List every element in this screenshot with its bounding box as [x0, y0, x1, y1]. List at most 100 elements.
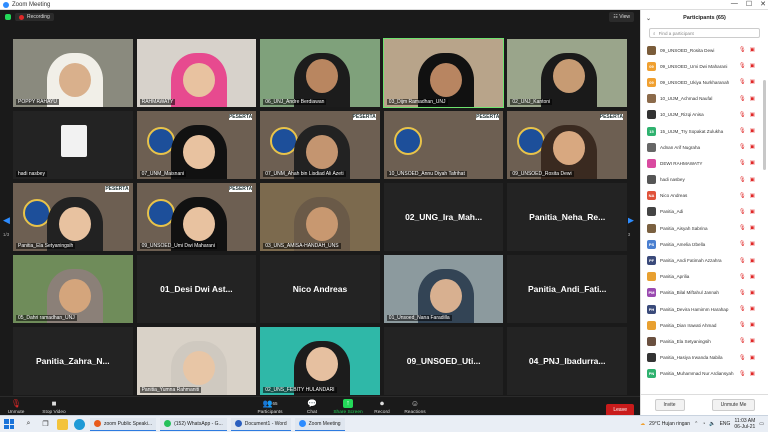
video-tile[interactable]: 02_UNS_FEBITY HULANDARI	[259, 326, 381, 396]
volume-icon[interactable]: 🔈	[709, 421, 715, 427]
participant-row[interactable]: Panitia_Ela Setyaningsih 🎙 ▣	[641, 333, 768, 349]
video-tile[interactable]: 05_Dahri ramadhan_UNJ	[12, 254, 134, 324]
participant-row[interactable]: Panitia_Hasiya Irwanda Nabila 🎙 ▣	[641, 350, 768, 366]
name-only-tile[interactable]: 01_Desi Dwi Ast...	[135, 254, 258, 324]
video-tile[interactable]: PESERTA 07_UNM_Maisnani	[135, 110, 258, 180]
participant-list-scrollbar[interactable]	[763, 80, 766, 170]
video-tile[interactable]: 03_Dijm Ramadhan_UNJ	[382, 38, 505, 108]
participant-row[interactable]: 09 09_UNSOED_Ukiya Nurkharanah 🎙 ▣	[641, 74, 768, 90]
windows-start-icon[interactable]	[4, 419, 14, 429]
video-tile[interactable]: 02_UNJ_Kantoni	[506, 38, 628, 108]
search-placeholder: Find a participant	[658, 30, 694, 36]
avatar	[647, 45, 656, 55]
participant-row[interactable]: 10_UIJM_Achmad Naufal 🎙 ▣	[641, 91, 768, 107]
name-only-tile[interactable]: Nico Andreas	[259, 254, 381, 324]
name-only-tile[interactable]: 04_PNJ_Ibadurra...	[506, 326, 628, 396]
video-tile[interactable]: hadi nasbey	[12, 110, 134, 180]
participant-row[interactable]: 09 09_UNSOED_Umi Dwi Maharani 🎙 ▣	[641, 58, 768, 74]
video-tile[interactable]: POPPY RAHAYU	[12, 38, 134, 108]
participant-status-icons: 🎙 ▣	[739, 338, 755, 344]
edge-icon[interactable]	[74, 418, 85, 430]
participant-row[interactable]: PM Panitia_Bilal Miftahul Jannah 🎙 ▣	[641, 285, 768, 301]
participant-row[interactable]: 09_UNSOED_Rosita Dewi 🎙 ▣	[641, 42, 768, 58]
video-grid: POPPY RAHAYU RAHMAWATY 06_UNJ_Andre Berdia…	[12, 38, 630, 398]
prev-page-arrow-icon[interactable]: ◀	[3, 215, 10, 226]
participant-row[interactable]: 10_UIJM_Rizqi Anisa 🎙 ▣	[641, 107, 768, 123]
avatar: 15	[647, 126, 656, 136]
participant-row[interactable]: Panitia_Aisyah Sabrina 🎙 ▣	[641, 220, 768, 236]
taskbar-app-button[interactable]: zoom Public Speaki...	[90, 417, 157, 431]
video-tile[interactable]: Panitia_Yumna Rahmaniti	[135, 326, 258, 396]
participant-face	[182, 207, 215, 241]
avatar: PH	[647, 304, 656, 314]
unmute-me-button[interactable]: Unmute Me	[711, 399, 756, 411]
participant-row[interactable]: PF Panitia_Andi Fatimah Azzahra 🎙 ▣	[641, 252, 768, 268]
video-tile[interactable]: 01_Unsoed_Nana Faradilla	[382, 254, 505, 324]
participant-row[interactable]: Panitia_Adi 🎙 ▣	[641, 204, 768, 220]
participant-name: Panitia_Adi	[660, 209, 684, 215]
participant-row[interactable]: Panitia_Aprilia 🎙 ▣	[641, 269, 768, 285]
participant-status-icons: 🎙 ▣	[739, 96, 755, 102]
security-shield-icon[interactable]	[5, 14, 11, 20]
name-only-tile[interactable]: 09_UNSOED_Uti...	[382, 326, 505, 396]
clock[interactable]: 11:03 AM 06-Jul-21	[734, 418, 755, 430]
invite-button[interactable]: Invite	[654, 399, 685, 411]
taskbar-app-button[interactable]: (152) WhatsApp - G...	[160, 417, 227, 431]
participant-row[interactable]: Adnan Arif Nugraha 🎙 ▣	[641, 139, 768, 155]
participants-button[interactable]: 👥 65 Participants	[250, 399, 290, 415]
participant-row[interactable]: PN Panitia_Muhammad Nur Ardiansyah 🎙 ▣	[641, 366, 768, 382]
participant-row[interactable]: DEWI RAHMAWATY 🎙 ▣	[641, 155, 768, 171]
collapse-panel-icon[interactable]: ⌄	[646, 15, 651, 22]
video-tile[interactable]: PESERTA 07_UNM_Ahah bin Lisdiad Ali Azeti	[259, 110, 381, 180]
chat-button[interactable]: 💬 Chat	[292, 399, 332, 415]
search-icon[interactable]: ⌕	[23, 419, 34, 430]
participant-row[interactable]: 15 15_UIJM_Try Sopakat Zulukha 🎙 ▣	[641, 123, 768, 139]
participant-row[interactable]: NA Nico Andreas 🎙 ▣	[641, 188, 768, 204]
reactions-button[interactable]: ☺ Reactions	[395, 399, 435, 415]
mic-muted-icon: 🎙	[738, 95, 746, 102]
participant-name: Panitia_Aprilia	[660, 274, 690, 280]
name-only-tile[interactable]: Panitia_Neha_Re...	[506, 182, 628, 252]
view-button[interactable]: ☷ View	[609, 12, 634, 22]
name-only-tile[interactable]: Panitia_Andi_Fati...	[506, 254, 628, 324]
tray-overflow-icon[interactable]: ⌃	[694, 421, 698, 427]
video-tile[interactable]: 06_UNJ_Andre Berdiawan	[259, 38, 381, 108]
video-tile[interactable]: PESERTA 10_UNSOED_Annu Diyah Tafrihat	[382, 110, 505, 180]
participant-name: 10_UIJM_Achmad Naufal	[660, 96, 713, 102]
close-button[interactable]: ✕	[760, 0, 766, 8]
participant-search-input[interactable]: ⌕ Find a participant	[649, 28, 760, 38]
avatar: PS	[647, 239, 656, 249]
mic-muted-icon: 🎙	[738, 225, 746, 232]
name-only-tile[interactable]: Panitia_Zahra_N...	[12, 326, 134, 396]
language-indicator[interactable]: ENG	[720, 421, 731, 427]
clock-date: 06-Jul-21	[734, 424, 756, 430]
minimize-button[interactable]: —	[731, 0, 738, 8]
participant-status-icons: 🎙 ▣	[739, 225, 755, 231]
video-tile[interactable]: PESERTA 09_UNSOED_Umi Dwi Maharani	[135, 182, 258, 252]
unmute-button[interactable]: 🎙 Unmute	[0, 399, 36, 415]
notifications-icon[interactable]: ▭	[759, 421, 764, 427]
chat-icon: 💬	[307, 399, 317, 408]
participant-name-label: 05_Dahri ramadhan_UNJ	[16, 315, 77, 321]
video-tile[interactable]: RAHMAWATY	[135, 38, 258, 108]
taskbar-app-button[interactable]: Document1 - Word	[230, 417, 291, 431]
name-only-tile[interactable]: 02_UNG_Ira_Mah...	[382, 182, 505, 252]
video-tile[interactable]: PESERTA 09_UNSOED_Rosita Dewi	[506, 110, 628, 180]
weather-text[interactable]: 29°C Hujan ringan	[649, 421, 690, 427]
video-tile[interactable]: 03_UNS_AMISA-HANDAH_UNS	[259, 182, 381, 252]
participant-name-label: 02_UNG_Ira_Mah...	[405, 212, 483, 222]
participant-name: Panitia_Devira Hamimm Harahap	[660, 306, 729, 312]
participant-row[interactable]: hadi nasbey 🎙 ▣	[641, 172, 768, 188]
taskbar-app-button[interactable]: Zoom Meeting	[294, 417, 345, 431]
video-tile[interactable]: PESERTA Panitia_Ela Setyaningsih	[12, 182, 134, 252]
participant-row[interactable]: Panitia_Dian Irawati Ahmad 🎙 ▣	[641, 317, 768, 333]
participant-row[interactable]: PH Panitia_Devira Hamimm Harahap 🎙 ▣	[641, 301, 768, 317]
mic-muted-icon: 🎙	[738, 257, 746, 264]
file-explorer-icon[interactable]	[57, 418, 68, 430]
stop-video-button[interactable]: ■ Stop Video	[34, 399, 74, 415]
maximize-button[interactable]: ☐	[746, 0, 752, 8]
task-view-icon[interactable]: ❐	[40, 419, 51, 430]
network-icon[interactable]: ◔	[702, 421, 705, 427]
participant-row[interactable]: PS Panitia_Amelia Izbella 🎙 ▣	[641, 236, 768, 252]
recording-indicator[interactable]: Recording	[15, 13, 54, 21]
